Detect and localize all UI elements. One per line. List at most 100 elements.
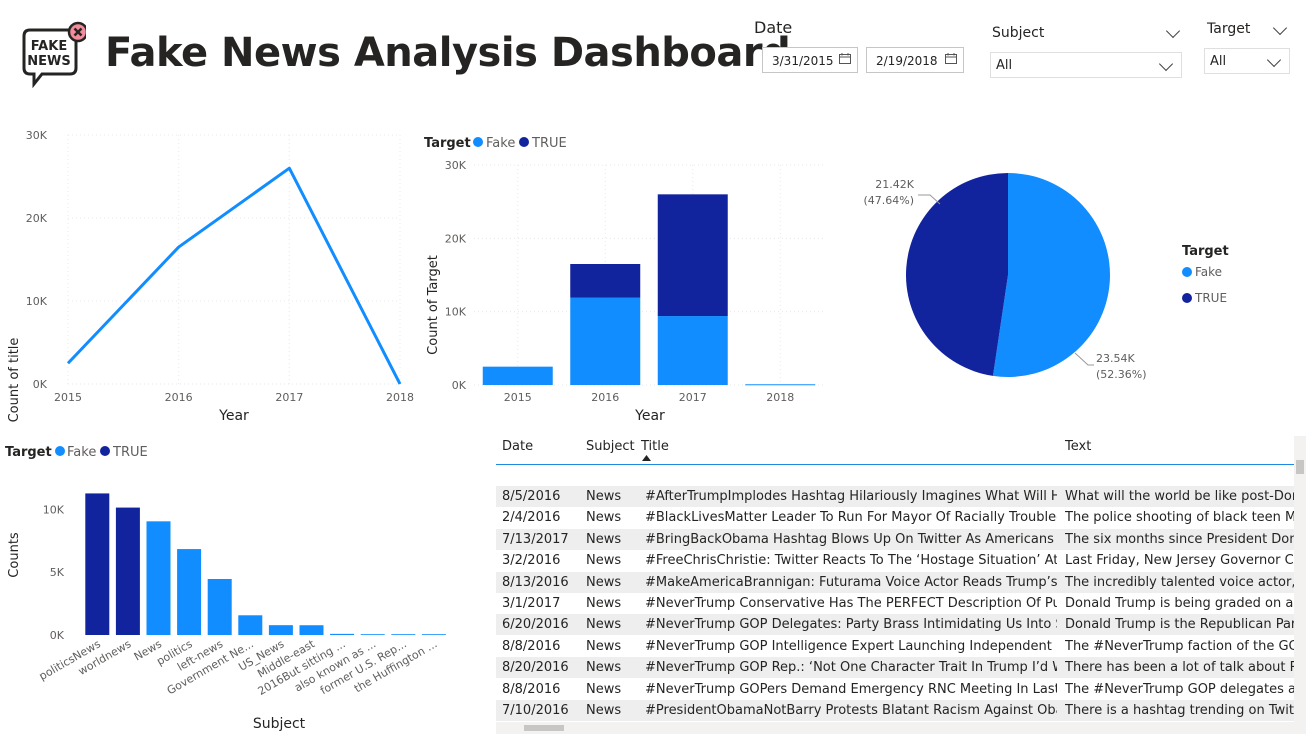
column-header-subject[interactable]: Subject	[586, 439, 635, 454]
subject-bar[interactable]	[146, 521, 171, 635]
subject-bar[interactable]	[299, 625, 324, 635]
table-row[interactable]: 8/5/2016 News #AfterTrumpImplodes Hashtag …	[496, 486, 1294, 507]
pie-slice-fake[interactable]	[992, 173, 1110, 377]
cell-text: The #NeverTrump GOP delegates are a	[1065, 681, 1294, 697]
pie-legend-true-dot	[1182, 293, 1192, 303]
x-tick-label: 2015	[504, 391, 532, 404]
bar-chart-ylabel: Count of Target	[426, 255, 441, 355]
cell-text: The police shooting of black teen Mich	[1065, 510, 1294, 526]
column-header-date[interactable]: Date	[502, 439, 533, 454]
subject-bar[interactable]	[115, 507, 140, 635]
scrollbar-thumb[interactable]	[1296, 460, 1304, 474]
cell-date: 2/4/2016	[502, 510, 561, 526]
table-row[interactable]: 7/10/2016 News #PresidentObamaNotBarry Pro…	[496, 700, 1294, 721]
date-slicer-label: Date	[754, 18, 793, 37]
y-tick-label: 0K	[452, 379, 467, 392]
y-tick-label: 20K	[26, 212, 48, 225]
x-tick-label: 2015	[54, 391, 82, 404]
subject-bar[interactable]	[360, 634, 385, 635]
y-tick-label: 30K	[445, 159, 467, 172]
subject-bar[interactable]	[391, 634, 416, 635]
table-vertical-scrollbar[interactable]	[1294, 436, 1306, 734]
table-row[interactable]: 8/13/2016 News #MakeAmericaBrannigan: Futu…	[496, 571, 1294, 593]
subject-dropdown[interactable]: All	[990, 52, 1182, 78]
cell-subject: News	[586, 531, 622, 547]
cell-text: There has been a lot of talk about Rep	[1065, 660, 1294, 676]
column-header-title[interactable]: Title	[641, 439, 669, 454]
cell-text: The incredibly talented voice actor, Bil	[1065, 574, 1294, 590]
target-slicer-label: Target	[1207, 21, 1251, 37]
cell-date: 8/8/2016	[502, 681, 561, 697]
subject-bar[interactable]	[330, 633, 355, 635]
bar-fake-2016[interactable]	[570, 297, 641, 385]
bar-fake-2018[interactable]	[745, 384, 816, 386]
legend-fake-dot	[473, 137, 483, 147]
date-start-input[interactable]: 3/31/2015	[762, 47, 858, 73]
bar-fake-2015[interactable]	[482, 366, 553, 385]
x-tick-label: 2018	[386, 391, 414, 404]
y-tick-label: 10K	[43, 503, 65, 516]
cell-text: There is a hashtag trending on Twitter	[1065, 703, 1294, 718]
subject-slicer-label: Subject	[992, 25, 1045, 41]
cell-text: Last Friday, New Jersey Governor Chris	[1065, 553, 1294, 569]
cell-date: 8/5/2016	[502, 489, 561, 504]
y-tick-label: 10K	[26, 295, 48, 308]
subject-bar[interactable]	[177, 549, 202, 635]
column-header-text[interactable]: Text	[1065, 439, 1091, 454]
date-start-value: 3/31/2015	[772, 54, 834, 68]
calendar-icon[interactable]	[839, 53, 851, 64]
subject-chart-xlabel: Subject	[253, 716, 306, 732]
pie-legend-fake-dot	[1182, 267, 1192, 277]
cell-subject: News	[586, 574, 622, 590]
table-row[interactable]: 8/20/2016 News #NeverTrump GOP Rep.: ‘Not …	[496, 657, 1294, 679]
target-dropdown-value: All	[1210, 54, 1227, 69]
subject-bar[interactable]	[207, 578, 232, 635]
bar-true-2017[interactable]	[657, 194, 728, 317]
table-row[interactable]: 2/4/2016 News #BlackLivesMatter Leader To …	[496, 507, 1294, 528]
y-tick-label: 20K	[445, 232, 467, 245]
subject-bar[interactable]	[268, 625, 293, 635]
target-dropdown[interactable]: All	[1204, 48, 1290, 74]
table-row[interactable]: 3/2/2016 News #FreeChrisChristie: Twitter …	[496, 550, 1294, 571]
cell-title: #BringBackObama Hashtag Blows Up On Twit…	[645, 531, 1057, 547]
pie-legend-title: Target	[1182, 244, 1229, 259]
pie-label-true-pct: (47.64%)	[863, 194, 914, 207]
cell-title: #FreeChrisChristie: Twitter Reacts To Th…	[645, 553, 1057, 569]
table-horizontal-scrollbar[interactable]	[496, 722, 1294, 734]
sort-ascending-icon[interactable]	[642, 455, 651, 461]
y-tick-label: 10K	[445, 306, 467, 319]
line-chart-xlabel: Year	[218, 408, 249, 424]
scrollbar-thumb[interactable]	[524, 725, 564, 731]
table-row[interactable]: 8/8/2016 News #NeverTrump GOP Intelligence…	[496, 636, 1294, 657]
chevron-down-icon[interactable]	[1165, 23, 1181, 39]
table-row[interactable]: 3/1/2017 News #NeverTrump Conservative Has…	[496, 593, 1294, 614]
bar-true-2016[interactable]	[570, 264, 641, 298]
cell-subject: News	[586, 617, 622, 633]
logo-text-news: NEWS	[27, 54, 70, 69]
scroll-up-arrow[interactable]	[1294, 436, 1306, 446]
table-row[interactable]: 6/20/2016 News #NeverTrump GOP Delegates: …	[496, 614, 1294, 636]
subject-bar[interactable]	[85, 493, 110, 635]
pie-slice-true[interactable]	[906, 173, 1008, 376]
x-tick-label: 2017	[679, 391, 707, 404]
date-end-value: 2/19/2018	[876, 54, 938, 68]
date-end-input[interactable]: 2/19/2018	[866, 47, 964, 73]
cell-subject: News	[586, 489, 622, 504]
bar-fake-2017[interactable]	[657, 316, 728, 385]
table-row[interactable]: 7/13/2017 News #BringBackObama Hashtag Blo…	[496, 528, 1294, 550]
cell-title: #NeverTrump GOPers Demand Emergency RNC …	[645, 681, 1057, 697]
y-tick-label: 0K	[50, 629, 65, 642]
subject-bar[interactable]	[238, 615, 263, 635]
calendar-icon[interactable]	[945, 53, 957, 64]
subject-bar[interactable]	[421, 634, 446, 635]
pie-label-fake-pct: (52.36%)	[1096, 368, 1147, 381]
cell-title: #PresidentObamaNotBarry Protests Blatant…	[645, 703, 1057, 718]
subject-legend-fake-dot	[55, 446, 65, 456]
x-tick-label: 2018	[766, 391, 794, 404]
stacked-bar-chart-target-by-year: Target Fake TRUE 0K 10K 20K 30K 2015 2016 201…	[424, 136, 824, 424]
cell-subject: News	[586, 703, 622, 718]
bar-chart-xlabel: Year	[634, 408, 665, 424]
cell-title: #MakeAmericaBrannigan: Futurama Voice Ac…	[645, 574, 1057, 590]
chevron-down-icon[interactable]	[1272, 20, 1288, 36]
table-row[interactable]: 8/8/2016 News #NeverTrump GOPers Demand Em…	[496, 679, 1294, 700]
